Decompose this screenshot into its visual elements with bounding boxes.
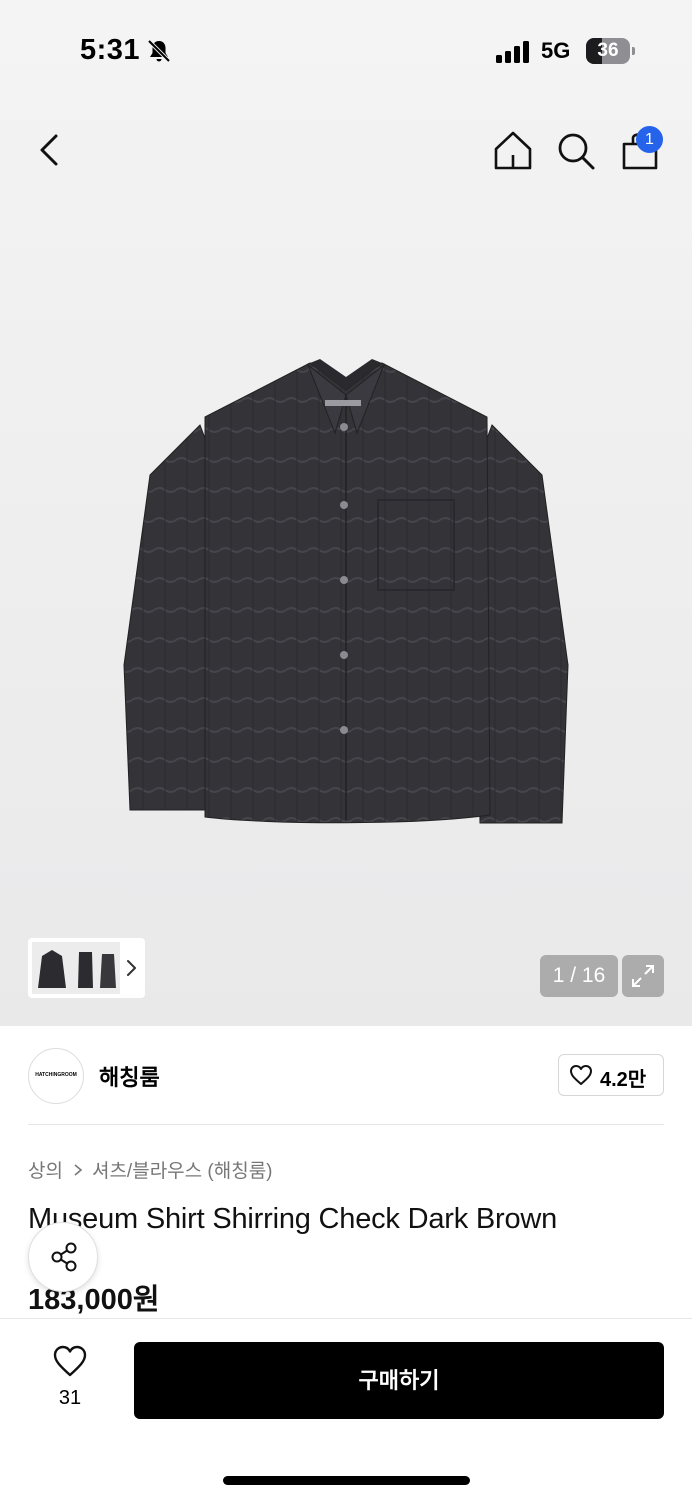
brand-name[interactable]: 해칭룸 bbox=[99, 1060, 160, 1092]
brand-logo-text: HATCHINGROOM bbox=[35, 1072, 77, 1078]
divider bbox=[28, 1124, 664, 1125]
thumbnail-strip[interactable] bbox=[28, 938, 145, 998]
bell-off-icon bbox=[147, 39, 171, 63]
home-icon[interactable] bbox=[490, 128, 536, 174]
expand-icon[interactable] bbox=[622, 955, 664, 997]
status-time: 5:31 bbox=[80, 34, 141, 66]
cart-badge: 1 bbox=[636, 126, 663, 153]
search-icon[interactable] bbox=[553, 128, 599, 174]
wishlist-button[interactable]: 31 bbox=[40, 1344, 100, 1414]
battery-percent: 36 bbox=[597, 40, 619, 61]
brand-like-count: 4.2만 bbox=[600, 1069, 647, 1091]
back-chevron-icon[interactable] bbox=[30, 128, 72, 172]
chevron-right-icon bbox=[74, 1163, 83, 1176]
brand-like-button[interactable]: 4.2만 bbox=[558, 1054, 664, 1096]
home-indicator bbox=[223, 1476, 470, 1485]
brand-logo[interactable]: HATCHINGROOM bbox=[28, 1048, 84, 1104]
wishlist-count: 31 bbox=[58, 1387, 82, 1409]
battery-icon: 36 bbox=[586, 38, 636, 64]
breadcrumb-item-category[interactable]: 셔츠/블라우스 (해칭룸) bbox=[92, 1156, 273, 1183]
network-type: 5G bbox=[541, 38, 571, 63]
cellular-signal-icon bbox=[496, 41, 529, 63]
chevron-right-icon[interactable] bbox=[124, 955, 140, 981]
heart-icon bbox=[570, 1065, 592, 1085]
heart-icon bbox=[53, 1345, 87, 1377]
share-button[interactable] bbox=[28, 1222, 98, 1292]
product-title: Museum Shirt Shirring Check Dark Brown bbox=[28, 1203, 558, 1235]
buy-button[interactable]: 구매하기 bbox=[134, 1342, 664, 1419]
breadcrumb: 상의 셔츠/블라우스 (해칭룸) bbox=[28, 1156, 273, 1183]
breadcrumb-item-top[interactable]: 상의 bbox=[28, 1156, 63, 1183]
share-icon bbox=[51, 1242, 77, 1272]
thumbnail-image[interactable] bbox=[32, 942, 120, 994]
image-page-indicator: 1 / 16 bbox=[540, 955, 618, 997]
product-image[interactable] bbox=[110, 355, 582, 835]
status-bar: 5:31 5G 36 bbox=[0, 0, 692, 100]
product-detail-page: 5:31 5G 36 1 1 / 16 HATCHINGROOM 해칭룸 4.2… bbox=[0, 0, 692, 1500]
